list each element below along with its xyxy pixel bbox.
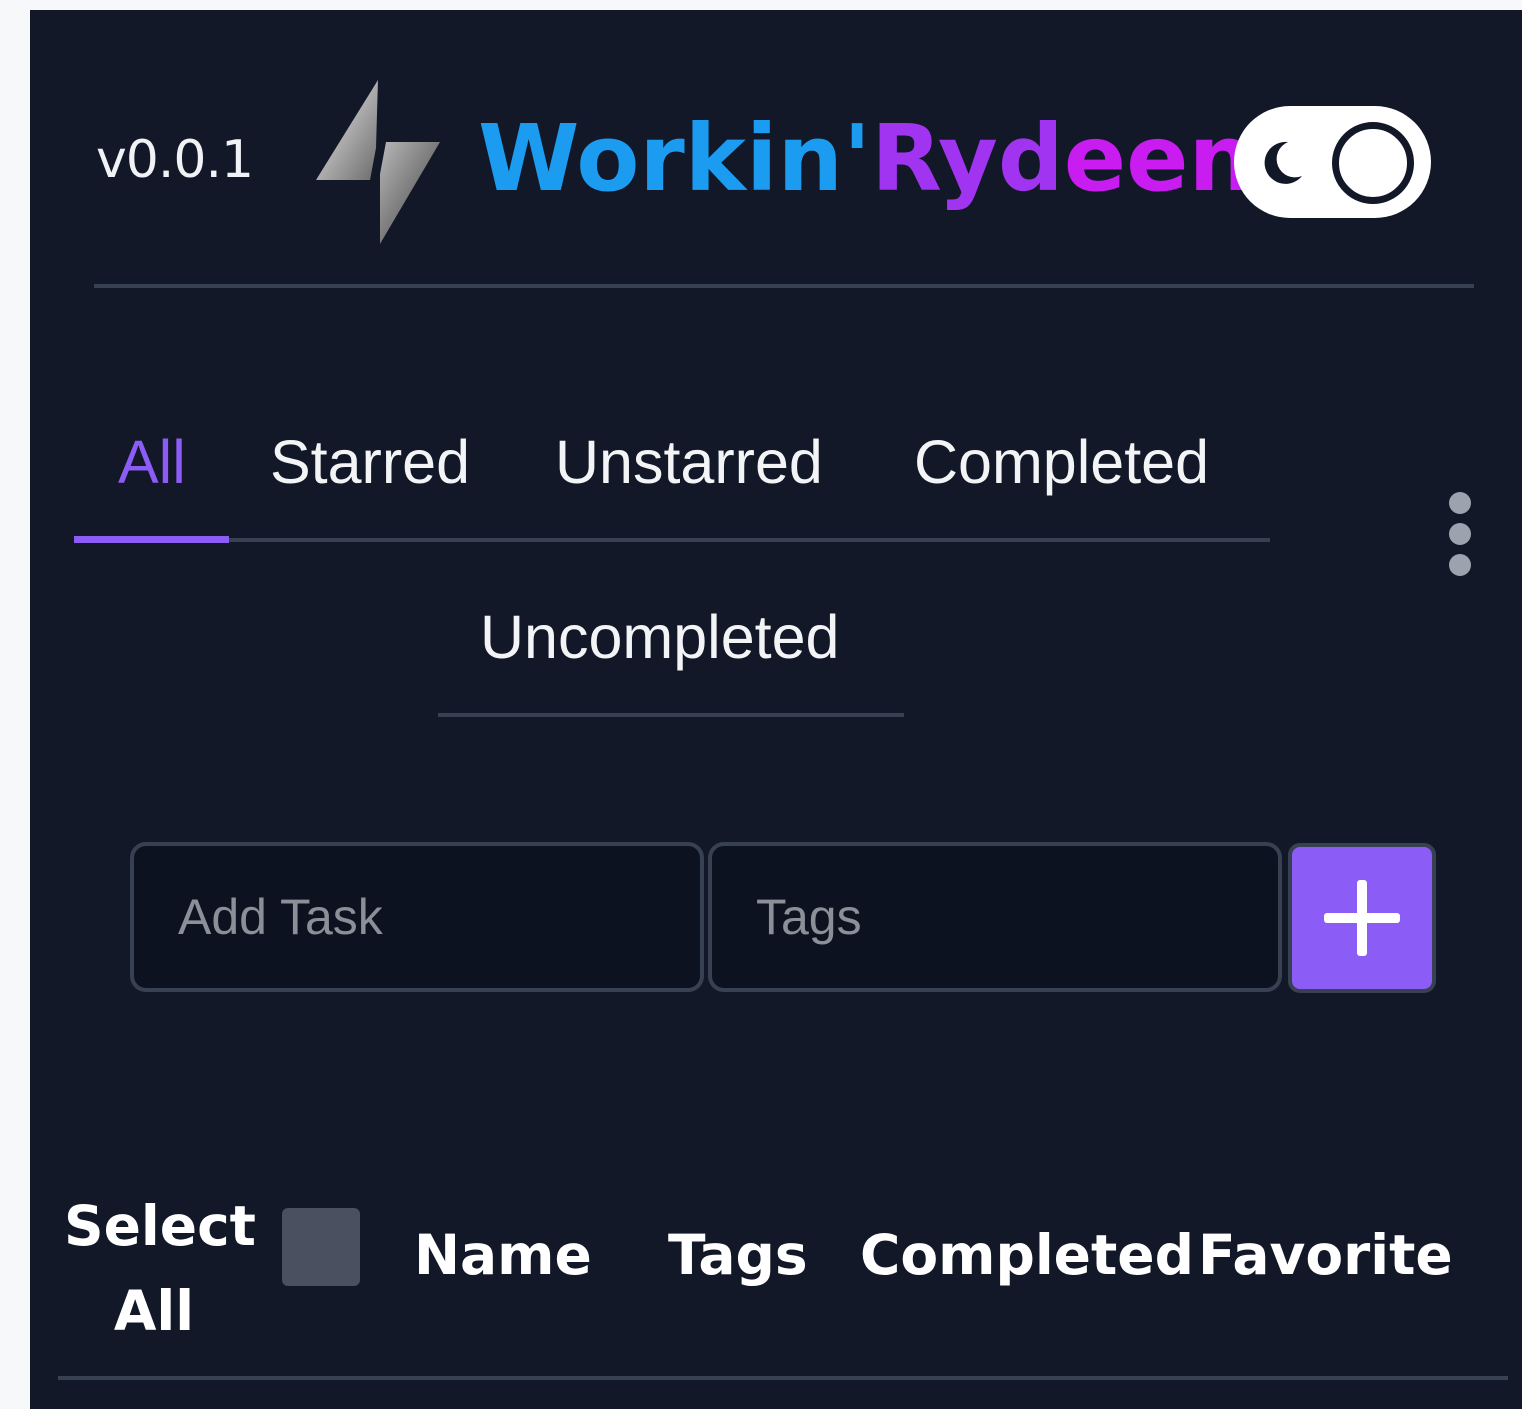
tab-all[interactable]: All (118, 427, 186, 497)
active-tab-indicator (74, 536, 229, 543)
tab-completed[interactable]: Completed (914, 427, 1209, 497)
plus-icon (1324, 880, 1400, 956)
column-header-favorite[interactable]: Favorite (1198, 1228, 1453, 1283)
add-task-input[interactable] (130, 842, 704, 992)
select-all-label-line-1: Select (64, 1194, 256, 1258)
moon-icon (1264, 141, 1302, 184)
add-task-button[interactable] (1288, 843, 1436, 993)
tab-uncompleted[interactable]: Uncompleted (480, 602, 839, 672)
column-header-tags[interactable]: Tags (668, 1228, 808, 1283)
lightning-bolt-icon (316, 80, 440, 244)
app-title-part-1: Workin' (478, 105, 872, 212)
version-label: v0.0.1 (96, 130, 254, 190)
app-title-part-3: een (1063, 105, 1254, 212)
tabs-divider-row-2 (438, 713, 904, 717)
select-all-label-line-2: All (113, 1279, 195, 1343)
select-all-label: Select All (64, 1184, 256, 1354)
column-header-completed[interactable]: Completed (860, 1228, 1194, 1283)
toggle-knob (1332, 122, 1414, 204)
tags-input[interactable] (708, 842, 1282, 992)
more-options-button[interactable] (1440, 490, 1480, 582)
tab-unstarred[interactable]: Unstarred (555, 427, 823, 497)
app-title: Workin'Rydeen (478, 104, 1254, 214)
tabs-divider (74, 538, 1270, 542)
theme-toggle[interactable] (1234, 106, 1431, 218)
select-all-checkbox[interactable] (282, 1208, 360, 1286)
vertical-ellipsis-icon (1449, 492, 1471, 576)
column-header-name[interactable]: Name (414, 1228, 592, 1283)
app-title-part-2: Ryd (871, 105, 1064, 212)
header-divider (94, 284, 1474, 288)
table-header-divider (58, 1376, 1508, 1380)
app-panel: v0.0.1 Workin'Rydeen All Starred Unstarr… (30, 10, 1522, 1409)
tab-starred[interactable]: Starred (270, 427, 470, 497)
